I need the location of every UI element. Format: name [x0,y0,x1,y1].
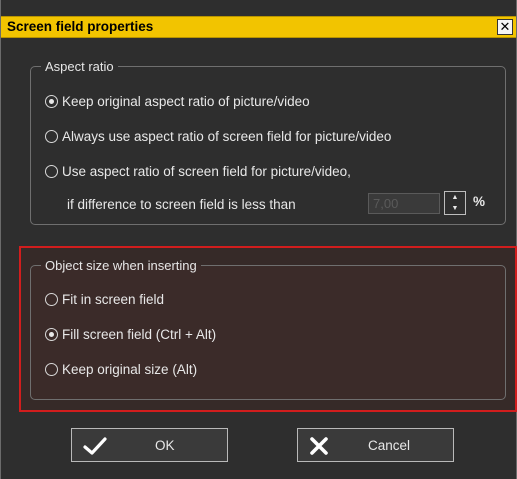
threshold-input[interactable] [368,193,440,214]
radio-checked-icon[interactable] [45,94,58,108]
close-icon: ✕ [499,19,511,34]
title-bar[interactable]: Screen field properties ✕ [1,16,516,38]
threshold-label: if difference to screen field is less th… [67,196,296,212]
ok-button[interactable]: OK [71,428,228,462]
radio-label: Use aspect ratio of screen field for pic… [62,163,351,179]
cancel-button[interactable]: Cancel [297,428,454,462]
radio-unchecked-icon[interactable] [45,164,58,178]
radio-always-use-screen-aspect[interactable]: Always use aspect ratio of screen field … [45,126,391,146]
cancel-label: Cancel [368,438,411,453]
radio-unchecked-icon[interactable] [45,292,58,306]
object-size-legend: Object size when inserting [45,258,197,273]
spin-up-icon[interactable]: ▲ [445,192,465,203]
radio-keep-original-size[interactable]: Keep original size (Alt) [45,359,197,379]
radio-checked-icon[interactable] [45,327,58,341]
radio-unchecked-icon[interactable] [45,362,58,376]
aspect-ratio-legend: Aspect ratio [45,59,114,74]
radio-label: Fill screen field (Ctrl + Alt) [62,326,217,342]
threshold-unit: % [473,194,486,209]
spin-down-icon[interactable]: ▼ [445,203,465,214]
radio-label: Always use aspect ratio of screen field … [62,128,392,144]
close-button[interactable]: ✕ [497,19,513,35]
dialog-title: Screen field properties [7,19,154,34]
radio-unchecked-icon[interactable] [45,129,58,143]
ok-label: OK [155,438,175,453]
radio-keep-original-aspect[interactable]: Keep original aspect ratio of picture/vi… [45,91,310,111]
radio-label: Keep original aspect ratio of picture/vi… [62,93,310,109]
threshold-spinner[interactable]: ▲ ▼ [444,191,466,215]
radio-label: Keep original size (Alt) [62,361,198,377]
radio-use-screen-aspect-if-difference[interactable]: Use aspect ratio of screen field for pic… [45,161,351,181]
radio-fill-screen-field[interactable]: Fill screen field (Ctrl + Alt) [45,324,216,344]
cancel-x-icon [310,437,328,455]
radio-fit-in-screen-field[interactable]: Fit in screen field [45,289,164,309]
checkmark-icon [83,437,107,455]
dialog-window: Screen field properties ✕ Aspect ratio K… [0,0,517,479]
radio-label: Fit in screen field [62,291,165,307]
